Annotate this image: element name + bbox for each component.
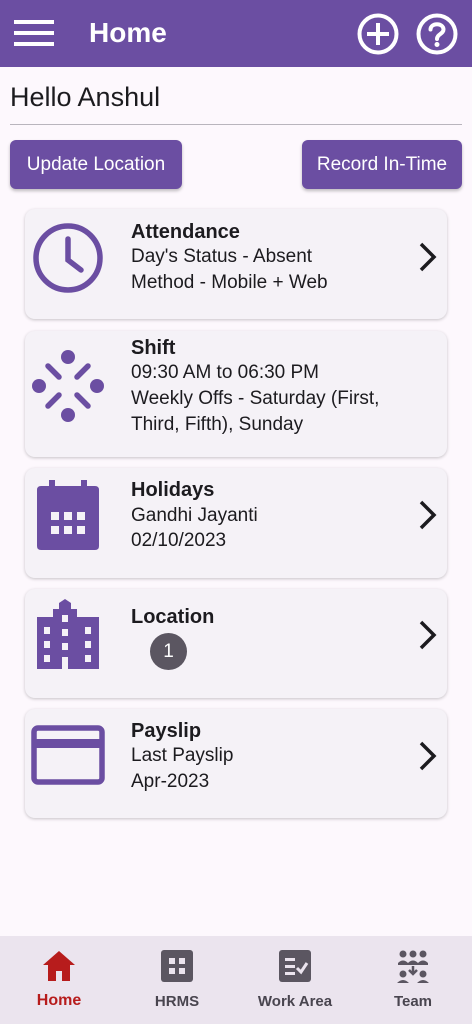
chevron-right-icon <box>419 500 437 530</box>
holidays-card[interactable]: Holidays Gandhi Jayanti 02/10/2023 <box>25 468 447 578</box>
nav-label-hrms: HRMS <box>154 993 200 1010</box>
chevron-right-icon <box>419 620 437 650</box>
page-title: Home <box>89 17 167 48</box>
nav-item-team[interactable]: Team <box>354 936 472 1024</box>
payslip-title: Payslip <box>131 720 202 742</box>
shift-dots-icon <box>32 350 104 422</box>
holiday-name: Gandhi Jayanti <box>131 505 258 526</box>
record-in-time-button[interactable]: Record In-Time <box>302 140 462 189</box>
payslip-label: Last Payslip <box>131 745 234 766</box>
help-icon[interactable] <box>415 12 459 56</box>
chevron-right-icon <box>419 741 437 771</box>
add-circle-icon[interactable] <box>356 12 400 56</box>
nav-label-team: Team <box>393 993 433 1010</box>
shift-time: 09:30 AM to 06:30 PM <box>131 362 320 383</box>
nav-label-home: Home <box>36 992 82 1009</box>
credit-card-icon <box>31 725 105 785</box>
update-location-button[interactable]: Update Location <box>10 140 182 189</box>
nav-item-home[interactable]: Home <box>0 936 118 1024</box>
attendance-status: Day's Status - Absent <box>131 246 313 267</box>
shift-title: Shift <box>131 337 176 359</box>
payslip-month: Apr-2023 <box>131 771 210 792</box>
clock-icon <box>33 223 103 293</box>
app-bar: Home <box>0 0 472 67</box>
calendar-icon <box>37 480 99 550</box>
chevron-right-icon <box>419 242 437 272</box>
nav-label-work-area: Work Area <box>257 993 333 1010</box>
checklist-icon <box>279 950 311 982</box>
menu-icon[interactable] <box>14 18 54 48</box>
shift-card[interactable]: Shift 09:30 AM to 06:30 PM Weekly Offs -… <box>25 331 447 457</box>
holidays-title: Holidays <box>131 479 215 501</box>
nav-item-hrms[interactable]: HRMS <box>118 936 236 1024</box>
nav-item-work-area[interactable]: Work Area <box>236 936 354 1024</box>
payslip-card[interactable]: Payslip Last Payslip Apr-2023 <box>25 709 447 818</box>
location-title: Location <box>131 606 215 628</box>
team-icon <box>397 950 429 983</box>
shift-weekly-offs-cont: Third, Fifth), Sunday <box>131 414 304 435</box>
greeting-text: Hello Anshul <box>10 82 161 112</box>
home-icon <box>43 951 75 981</box>
divider <box>10 124 462 125</box>
location-card[interactable]: Location 1 <box>25 589 447 698</box>
location-count-badge: 1 <box>150 633 187 670</box>
attendance-method: Method - Mobile + Web <box>131 272 328 293</box>
holiday-date: 02/10/2023 <box>131 530 227 551</box>
bottom-navigation: Home HRMS Work Area Team <box>0 936 472 1024</box>
attendance-title: Attendance <box>131 221 240 243</box>
shift-weekly-offs: Weekly Offs - Saturday (First, <box>131 388 380 409</box>
grid-icon <box>161 950 193 982</box>
building-icon <box>37 599 99 669</box>
attendance-card[interactable]: Attendance Day's Status - Absent Method … <box>25 209 447 319</box>
